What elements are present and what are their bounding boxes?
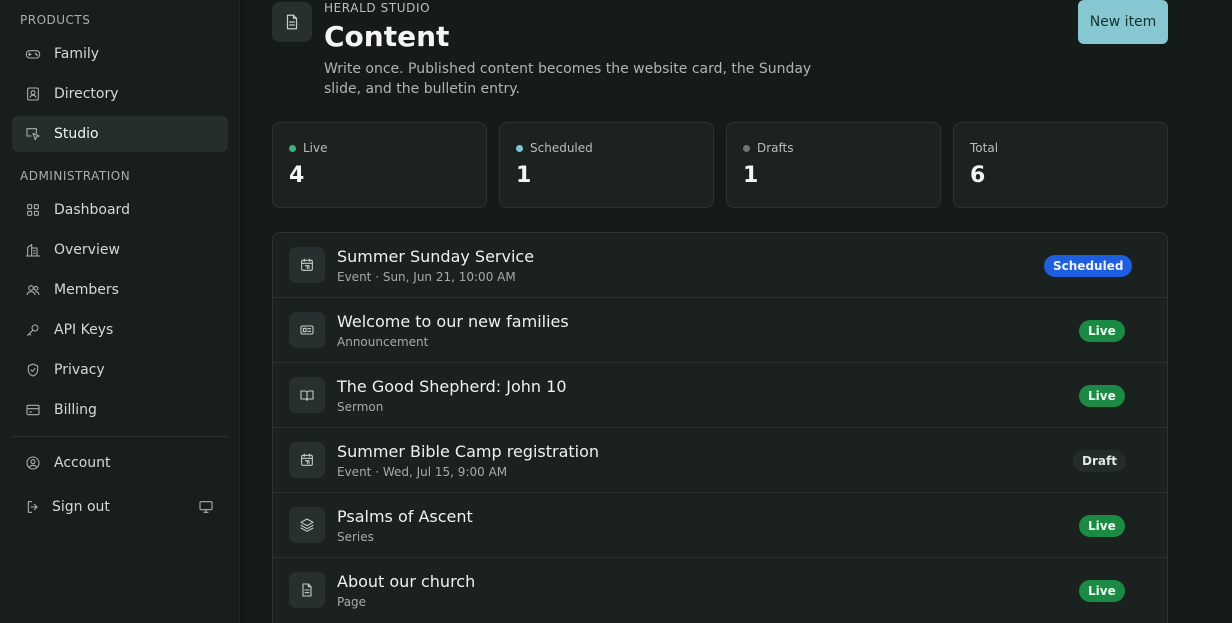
sidebar-item-label: Members <box>54 282 119 298</box>
stat-card-live: Live 4 <box>272 122 487 208</box>
stat-value: 6 <box>970 163 986 188</box>
stat-label: Total <box>970 141 999 155</box>
status-badge: Live <box>1079 580 1125 602</box>
status-badge: Live <box>1079 515 1125 537</box>
list-item[interactable]: Summer Bible Camp registration Event · W… <box>273 428 1167 493</box>
status-badge: Draft <box>1073 450 1126 472</box>
document-icon <box>289 572 325 608</box>
stat-value: 1 <box>516 163 532 188</box>
item-title: Psalms of Ascent <box>337 507 473 526</box>
status-badge: Live <box>1079 385 1125 407</box>
calendar-icon <box>289 442 325 478</box>
content-list: Summer Sunday Service Event · Sun, Jun 2… <box>272 232 1168 623</box>
newspaper-icon <box>289 312 325 348</box>
sidebar-item-label: API Keys <box>54 322 114 338</box>
credit-card-icon <box>24 401 42 419</box>
item-title: About our church <box>337 572 476 591</box>
sidebar-item-directory[interactable]: Directory <box>12 76 228 112</box>
stat-card-drafts: Drafts 1 <box>726 122 941 208</box>
sidebar-item-studio[interactable]: Studio <box>12 116 228 152</box>
user-circle-icon <box>24 454 42 472</box>
section-label-products: PRODUCTS <box>20 13 91 27</box>
sidebar-item-label: Billing <box>54 402 97 418</box>
sidebar-item-members[interactable]: Members <box>12 272 228 308</box>
list-item[interactable]: Psalms of Ascent Series Live <box>273 493 1167 558</box>
page-title: Content <box>324 20 450 53</box>
book-open-icon <box>289 377 325 413</box>
item-subtitle: Page <box>337 595 367 609</box>
status-dot <box>743 144 750 152</box>
sidebar-divider <box>12 436 228 437</box>
sidebar-item-billing[interactable]: Billing <box>12 392 228 428</box>
list-item[interactable]: Summer Sunday Service Event · Sun, Jun 2… <box>273 233 1167 298</box>
sign-out-button[interactable]: Sign out <box>12 489 182 525</box>
stat-value: 4 <box>289 163 305 188</box>
stat-label: Drafts <box>757 141 794 155</box>
item-subtitle: Sermon <box>337 400 384 414</box>
stat-label: Live <box>303 141 328 155</box>
sidebar-item-privacy[interactable]: Privacy <box>12 352 228 388</box>
status-badge: Live <box>1079 320 1125 342</box>
sidebar-item-label: Family <box>54 46 100 62</box>
item-title: Summer Bible Camp registration <box>337 442 600 461</box>
sidebar-item-label: Studio <box>54 126 99 142</box>
grid-icon <box>24 201 42 219</box>
presentation-icon <box>24 125 42 143</box>
item-title: Summer Sunday Service <box>337 247 535 266</box>
list-item[interactable]: The Good Shepherd: John 10 Sermon Live <box>273 363 1167 428</box>
sidebar-item-overview[interactable]: Overview <box>12 232 228 268</box>
sidebar-item-account[interactable]: Account <box>12 445 228 481</box>
page-description: Write once. Published content becomes th… <box>324 61 812 97</box>
sidebar-item-label: Account <box>54 455 111 471</box>
users-icon <box>24 281 42 299</box>
status-dot <box>289 144 296 152</box>
sidebar-item-label: Directory <box>54 86 119 102</box>
new-item-button[interactable]: New item <box>1078 0 1168 44</box>
item-title: The Good Shepherd: John 10 <box>337 377 567 396</box>
sidebar-item-label: Dashboard <box>54 202 130 218</box>
stat-card-scheduled: Scheduled 1 <box>499 122 714 208</box>
calendar-icon <box>289 247 325 283</box>
status-badge: Scheduled <box>1044 255 1133 277</box>
item-subtitle: Event · Sun, Jun 21, 10:00 AM <box>337 270 516 284</box>
stat-value: 1 <box>743 163 759 188</box>
sidebar-item-label: Sign out <box>52 499 110 515</box>
building-icon <box>24 241 42 259</box>
sidebar-item-family[interactable]: Family <box>12 36 228 72</box>
layers-icon <box>289 507 325 543</box>
key-icon <box>24 321 42 339</box>
gamepad-icon <box>24 45 42 63</box>
contact-book-icon <box>24 85 42 103</box>
section-label-administration: ADMINISTRATION <box>20 169 131 183</box>
monitor-icon[interactable] <box>198 499 214 515</box>
stat-label: Scheduled <box>530 141 593 155</box>
item-title: Welcome to our new families <box>337 312 569 331</box>
sidebar-item-label: Privacy <box>54 362 105 378</box>
sidebar-item-dashboard[interactable]: Dashboard <box>12 192 228 228</box>
shield-icon <box>24 361 42 379</box>
stat-card-total: Total 6 <box>953 122 1168 208</box>
item-subtitle: Announcement <box>337 335 429 349</box>
item-subtitle: Series <box>337 530 374 544</box>
item-subtitle: Event · Wed, Jul 15, 9:00 AM <box>337 465 508 479</box>
sidebar: PRODUCTS Family Directory Studio ADMINIS… <box>0 0 240 623</box>
status-dot <box>516 144 523 152</box>
sidebar-item-api-keys[interactable]: API Keys <box>12 312 228 348</box>
logout-icon <box>24 498 42 516</box>
list-item[interactable]: About our church Page Live <box>273 558 1167 623</box>
document-icon <box>272 2 312 42</box>
list-item[interactable]: Welcome to our new families Announcement… <box>273 298 1167 363</box>
sidebar-item-label: Overview <box>54 242 120 258</box>
eyebrow-label: HERALD STUDIO <box>324 1 431 15</box>
